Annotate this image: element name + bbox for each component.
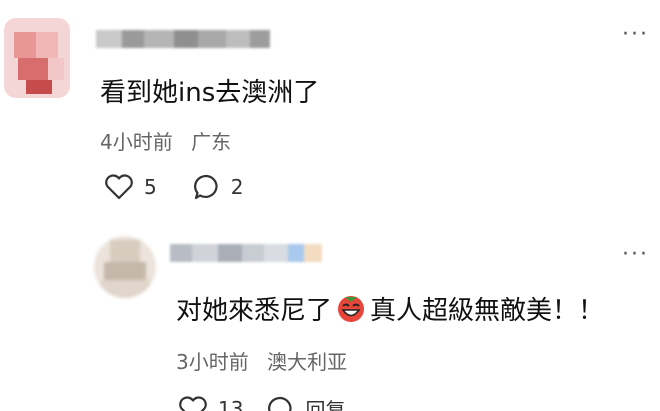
reply-time: 3小时前 — [176, 350, 249, 374]
reply-text-start: 对她來悉尼了 — [176, 296, 333, 326]
username-blurred[interactable] — [170, 244, 322, 262]
comment-actions: 5 2 — [104, 174, 279, 200]
speech-bubble-icon — [268, 396, 293, 411]
comment-meta: 4小时前 广东 — [100, 126, 243, 155]
reply-count-button[interactable]: 2 — [193, 174, 244, 200]
reply-location: 澳大利亚 — [267, 350, 348, 374]
like-button[interactable]: 13 — [178, 395, 244, 411]
speech-bubble-icon — [193, 174, 218, 200]
comment-location: 广东 — [191, 130, 232, 154]
avatar[interactable] — [94, 236, 156, 298]
comment-text: 看到她ins去澳洲了 — [100, 78, 320, 108]
avatar[interactable] — [4, 18, 70, 98]
comment-time: 4小时前 — [100, 130, 173, 154]
reply-count: 2 — [230, 175, 244, 199]
username-blurred[interactable] — [96, 30, 270, 48]
more-dots-icon[interactable]: ··· — [622, 244, 649, 266]
more-dots-icon[interactable]: ··· — [622, 24, 649, 46]
like-count: 5 — [144, 175, 157, 199]
reply-label: 回复 — [305, 398, 346, 411]
reply-button[interactable]: 回复 — [267, 394, 345, 411]
reply-text: 对她來悉尼了 真人超級無敵美！！ — [176, 290, 604, 327]
laughing-face-emoji — [338, 296, 365, 322]
reply-text-end: 真人超級無敵美！！ — [370, 296, 605, 326]
heart-icon — [179, 395, 207, 411]
like-count: 13 — [218, 396, 244, 411]
heart-icon — [105, 174, 133, 200]
reply-actions: 13 回复 — [178, 394, 381, 411]
like-button[interactable]: 5 — [104, 174, 157, 200]
reply-meta: 3小时前 澳大利亚 — [176, 346, 359, 375]
